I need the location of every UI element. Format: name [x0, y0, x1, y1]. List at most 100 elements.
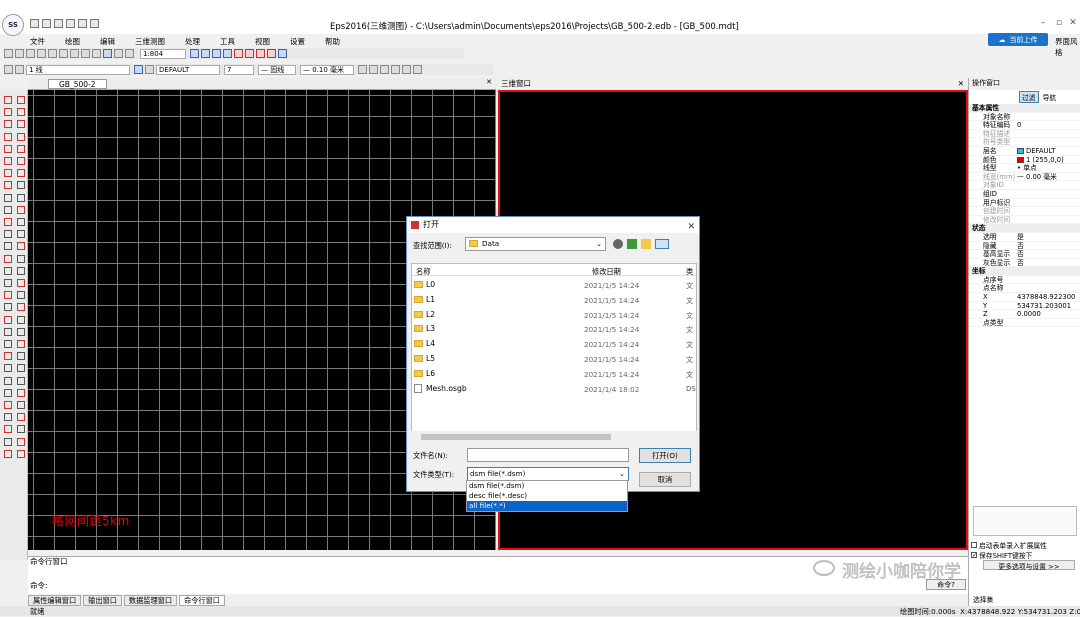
redo-icon[interactable]	[15, 49, 24, 58]
code-icon[interactable]	[15, 65, 24, 74]
tab-navigation[interactable]: 导航	[1041, 92, 1059, 102]
cut-icon[interactable]	[26, 49, 35, 58]
layer-visible-icon[interactable]	[145, 65, 154, 74]
draw-tool-icon[interactable]	[17, 157, 25, 165]
rotate-icon[interactable]	[114, 49, 123, 58]
menu-settings[interactable]: 设置	[290, 36, 305, 47]
paste-icon[interactable]	[48, 49, 57, 58]
property-row[interactable]: 符号类型	[969, 138, 1080, 147]
menu-help[interactable]: 帮助	[325, 36, 340, 47]
draw-tool-icon[interactable]	[4, 205, 12, 214]
draw-tool-icon[interactable]	[17, 120, 25, 129]
app-logo[interactable]: SS	[2, 14, 24, 36]
draw-tool-icon[interactable]	[4, 230, 12, 239]
close-icon[interactable]: ✕	[1066, 18, 1080, 30]
draw-tool-icon[interactable]	[17, 96, 25, 104]
file-row[interactable]: L4 2021/1/5 14:24 文	[412, 337, 696, 351]
split-view-icon[interactable]	[201, 49, 210, 58]
scale-select[interactable]: 1:804	[140, 48, 186, 59]
draw-tool-icon[interactable]	[17, 364, 25, 373]
draw-tool-icon[interactable]	[4, 327, 12, 336]
property-row[interactable]: 基高显示否	[969, 250, 1080, 259]
draw-tool-icon[interactable]	[17, 303, 25, 312]
property-row[interactable]: 修改时间	[969, 216, 1080, 225]
draw-tool-icon[interactable]	[4, 425, 12, 434]
column-date[interactable]: 修改日期	[592, 267, 621, 277]
selection-set-label[interactable]: 选择集	[973, 594, 993, 604]
draw-tool-icon[interactable]	[4, 401, 12, 409]
draw-tool-icon[interactable]	[4, 120, 12, 129]
draw-tool-icon[interactable]	[17, 291, 25, 300]
note-icon[interactable]	[380, 65, 389, 74]
table-icon[interactable]	[391, 65, 400, 74]
draw-tool-icon[interactable]	[4, 413, 12, 422]
zoom-out-icon[interactable]	[70, 49, 79, 58]
filetype-option[interactable]: dsm file(*.dsm)	[467, 481, 627, 491]
plot-icon[interactable]	[90, 19, 99, 28]
filetype-option[interactable]: desc file(*.desc)	[467, 491, 627, 501]
draw-tool-icon[interactable]	[17, 181, 25, 190]
draw-tool-icon[interactable]	[4, 340, 12, 348]
back-icon[interactable]	[613, 239, 623, 249]
draw-tool-icon[interactable]	[4, 388, 12, 397]
draw-tool-icon[interactable]	[17, 315, 25, 324]
draw-tool-icon[interactable]	[4, 132, 12, 141]
layer-manager-icon[interactable]	[134, 65, 143, 74]
draw-tool-icon[interactable]	[17, 144, 25, 153]
draw-tool-icon[interactable]	[17, 205, 25, 214]
lock-icon[interactable]	[358, 65, 367, 74]
property-row[interactable]: 用户标识	[969, 199, 1080, 208]
file-row[interactable]: L2 2021/1/5 14:24 文	[412, 308, 696, 322]
draw-tool-icon[interactable]	[4, 376, 12, 385]
save-icon[interactable]	[54, 19, 63, 28]
menu-tools[interactable]: 工具	[220, 36, 235, 47]
draw-tool-icon[interactable]	[4, 144, 12, 153]
draw-tool-icon[interactable]	[4, 352, 12, 361]
draw-tool-icon[interactable]	[17, 218, 25, 226]
property-row[interactable]: 灰色显示否	[969, 259, 1080, 268]
draw-tool-icon[interactable]	[4, 279, 12, 287]
property-row[interactable]: Y 534731.203001	[969, 302, 1080, 311]
property-group[interactable]: 坐标	[969, 267, 1080, 276]
maximize-icon[interactable]: ▫	[1052, 18, 1066, 30]
property-row[interactable]: 线宽(mm) — 0.00 毫米	[969, 173, 1080, 182]
property-row[interactable]: Z 0.0000	[969, 310, 1080, 319]
view2d-close-icon[interactable]: ✕	[486, 78, 492, 86]
property-row[interactable]: 颜色 1 (255,0,0)	[969, 156, 1080, 165]
property-row[interactable]: 对象ID	[969, 181, 1080, 190]
file-row[interactable]: L6 2021/1/5 14:24 文	[412, 367, 696, 381]
view3d-close-icon[interactable]: ✕	[958, 78, 964, 89]
auto-form-checkbox[interactable]: 启动表单录入扩展属性	[971, 540, 1047, 550]
view2d-tab[interactable]: GB_500-2	[48, 79, 107, 89]
draw-tool-icon[interactable]	[4, 169, 12, 178]
property-row[interactable]: 选明 是	[969, 233, 1080, 242]
skin-style-menu[interactable]: 界面风格	[1055, 36, 1080, 58]
scrollbar-thumb[interactable]	[421, 434, 611, 440]
draw-tool-icon[interactable]	[17, 279, 25, 287]
draw-tool-icon[interactable]	[17, 193, 25, 202]
filetype-option-highlighted[interactable]: all file(*.*)	[467, 501, 627, 511]
draw-tool-icon[interactable]	[17, 437, 25, 446]
draw-tool-icon[interactable]	[17, 230, 25, 239]
cancel-button[interactable]: 取消	[639, 472, 691, 487]
property-row[interactable]: 点序号	[969, 276, 1080, 285]
draw-tool-icon[interactable]	[4, 181, 12, 190]
property-row[interactable]: X 4378848.922300	[969, 293, 1080, 302]
draw-tool-icon[interactable]	[17, 169, 25, 178]
property-group[interactable]: 状态	[969, 224, 1080, 233]
property-row[interactable]: 隐藏 否	[969, 242, 1080, 251]
draw-tool-icon[interactable]	[4, 266, 12, 275]
menu-view[interactable]: 视图	[255, 36, 270, 47]
draw-tool-icon[interactable]	[17, 132, 25, 141]
open-file-icon[interactable]	[42, 19, 51, 28]
column-type[interactable]: 类	[686, 267, 693, 277]
draw-tool-icon[interactable]	[17, 266, 25, 275]
lookin-select[interactable]: Data ⌄	[465, 237, 606, 251]
zoom-in-icon[interactable]	[59, 49, 68, 58]
draw-tool-icon[interactable]	[4, 96, 12, 104]
tab-filter[interactable]: 过滤	[1019, 91, 1039, 103]
pan-icon[interactable]	[92, 49, 101, 58]
property-row[interactable]: 组ID	[969, 190, 1080, 199]
draw-tool-icon[interactable]	[17, 242, 25, 251]
zoom-window-icon[interactable]	[81, 49, 90, 58]
